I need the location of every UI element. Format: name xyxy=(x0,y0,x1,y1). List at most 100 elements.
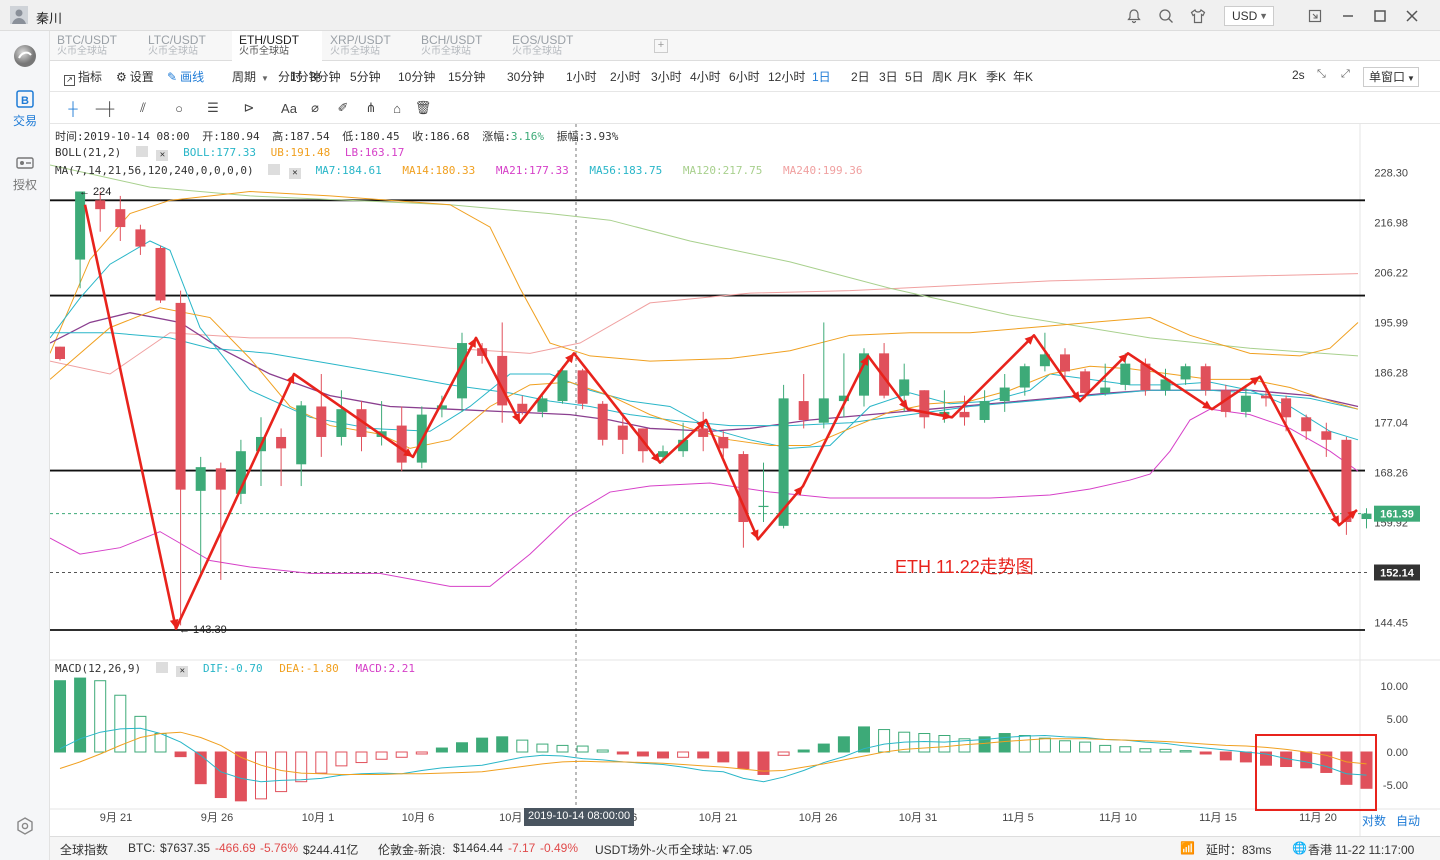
trade-icon: B xyxy=(16,90,34,108)
period-19[interactable]: 季K xyxy=(986,68,1006,85)
tab-pair: ETH/USDT xyxy=(239,33,299,47)
period-4[interactable]: 10分钟 xyxy=(398,68,435,85)
close-icon[interactable] xyxy=(1402,6,1422,26)
period-16[interactable]: 5日 xyxy=(905,68,924,85)
auto-scale-toggle[interactable]: 自动 xyxy=(1396,812,1420,829)
chart-canvas[interactable]: 228.30 216.98 206.22 195.99 186.28 177.04 168.… xyxy=(50,124,1440,836)
tab-bch-usdt[interactable]: BCH/USDT 火币全球站 xyxy=(414,31,504,61)
tab-eth-usdt[interactable]: ETH/USDT 火币全球站 xyxy=(232,31,322,61)
refresh-interval[interactable]: 2s xyxy=(1292,68,1305,82)
minimize-icon[interactable] xyxy=(1338,6,1358,26)
amp-value: 3.93% xyxy=(585,130,619,143)
period-13[interactable]: 1日 xyxy=(812,68,831,85)
boll-mid-line xyxy=(50,312,1359,432)
period-8[interactable]: 2小时 xyxy=(610,68,641,85)
lock-tool-icon[interactable]: ⌂ xyxy=(384,99,410,117)
draw-button[interactable]: ✎ 画线 xyxy=(167,68,204,85)
currency-select[interactable]: USD ▼ xyxy=(1224,6,1274,26)
gold-change-pct: -0.49% xyxy=(540,841,579,855)
close-icon[interactable]: ✕ xyxy=(156,150,169,161)
macd-bar xyxy=(797,749,810,753)
high-value: 187.54 xyxy=(289,130,330,143)
eye-icon[interactable] xyxy=(135,146,148,157)
period-5[interactable]: 15分钟 xyxy=(448,68,485,85)
shrink-icon[interactable]: ⤢ xyxy=(1341,68,1350,81)
period-17[interactable]: 周K xyxy=(932,68,952,85)
shirt-icon[interactable] xyxy=(1188,6,1208,26)
ma-name: MA(7,14,21,56,120,240,0,0,0,0) xyxy=(55,164,254,177)
period-12[interactable]: 12小时 xyxy=(768,68,805,85)
crosshair-tool-icon[interactable]: ┼ xyxy=(60,99,86,117)
pattern-tool-icon[interactable]: ⊳ xyxy=(236,99,262,117)
candle-body xyxy=(195,467,206,491)
close-icon[interactable]: ✕ xyxy=(288,168,301,179)
tab-eos-usdt[interactable]: EOS/USDT 火币全球站 xyxy=(505,31,595,61)
date-tick: 11月 10 xyxy=(1099,812,1137,824)
period-18[interactable]: 月K xyxy=(957,68,977,85)
macd-bar xyxy=(295,751,308,783)
period-7[interactable]: 1小时 xyxy=(566,68,597,85)
global-index-label: 全球指数 xyxy=(60,843,109,857)
fullscreen-icon[interactable] xyxy=(1305,6,1325,26)
btc-volume: $244.41亿 xyxy=(303,843,359,857)
period-14[interactable]: 2日 xyxy=(851,68,870,85)
settings-hex-icon[interactable] xyxy=(15,816,35,836)
candle-body xyxy=(718,436,729,449)
expand-icon[interactable]: ⤡ xyxy=(1317,68,1326,81)
indicators-button[interactable]: ↗ 指标 xyxy=(64,68,102,86)
period-2[interactable]: 3分钟 xyxy=(310,68,341,85)
macd-bar xyxy=(596,749,609,753)
macd-bar xyxy=(1179,750,1192,753)
text-tool-icon[interactable]: Aa xyxy=(276,99,302,117)
ruler-tool-icon[interactable]: ⌀ xyxy=(302,99,328,117)
sidebar-item-auth[interactable]: 授权 xyxy=(0,153,50,193)
usdt-otc: USDT场外-火币全球站: ¥7.05 xyxy=(595,843,753,857)
close-icon[interactable]: ✕ xyxy=(176,666,189,677)
candle-body xyxy=(175,302,186,490)
layout-select[interactable]: 单窗口 ▼ xyxy=(1363,67,1419,87)
settings-button[interactable]: ⚙ 设置 xyxy=(116,68,154,85)
chevron-down-icon: ▼ xyxy=(261,74,269,83)
tab-exchange: 火币全球站 xyxy=(239,46,289,57)
trendline-tool-icon[interactable]: ⫽ xyxy=(130,99,156,117)
circle-tool-icon[interactable]: ○ xyxy=(166,99,192,117)
maximize-icon[interactable] xyxy=(1370,6,1390,26)
period-select[interactable]: 周期 ▼ xyxy=(232,68,269,85)
macd-bar xyxy=(516,739,529,753)
draw-label: 画线 xyxy=(180,70,205,84)
tab-xrp-usdt[interactable]: XRP/USDT 火币全球站 xyxy=(323,31,413,61)
period-9[interactable]: 3小时 xyxy=(651,68,682,85)
price-chart[interactable]: 228.30 216.98 206.22 195.99 186.28 177.04 168.… xyxy=(50,124,1440,836)
period-15[interactable]: 3日 xyxy=(879,68,898,85)
brush-tool-icon[interactable]: ✐ xyxy=(330,99,356,117)
magnet-tool-icon[interactable]: ⋔ xyxy=(358,99,384,117)
macd-bar xyxy=(1099,744,1112,753)
macd-bar xyxy=(737,751,750,769)
price-tick: 206.22 xyxy=(1374,268,1408,280)
hline-tool-icon[interactable]: ─┼ xyxy=(92,99,118,117)
period-3[interactable]: 5分钟 xyxy=(350,68,381,85)
fib-tool-icon[interactable]: ☰ xyxy=(200,99,226,117)
search-icon[interactable] xyxy=(1156,6,1176,26)
add-tab-icon[interactable]: + xyxy=(654,39,668,53)
bell-icon[interactable] xyxy=(1124,6,1144,26)
period-10[interactable]: 4小时 xyxy=(690,68,721,85)
tab-ltc-usdt[interactable]: LTC/USDT 火币全球站 xyxy=(141,31,231,61)
ma56-value: MA56:183.75 xyxy=(589,164,663,177)
user-avatar-icon[interactable] xyxy=(10,6,28,24)
period-20[interactable]: 年K xyxy=(1013,68,1033,85)
macd-bar xyxy=(255,751,267,800)
log-scale-toggle[interactable]: 对数 xyxy=(1362,812,1386,829)
eye-icon[interactable] xyxy=(155,662,168,673)
period-6[interactable]: 30分钟 xyxy=(507,68,544,85)
macd-tick: 10.00 xyxy=(1380,681,1408,693)
price-tick: 228.30 xyxy=(1374,168,1408,180)
boll-upper-line xyxy=(50,190,1359,362)
macd-bar xyxy=(154,733,167,753)
candle-body xyxy=(798,401,809,421)
trash-icon[interactable]: 🗑 xyxy=(410,99,436,117)
eye-icon[interactable] xyxy=(268,164,281,175)
period-11[interactable]: 6小时 xyxy=(729,68,760,85)
tab-btc-usdt[interactable]: BTC/USDT 火币全球站 xyxy=(50,31,140,61)
sidebar-item-trade[interactable]: B 交易 xyxy=(0,89,50,129)
